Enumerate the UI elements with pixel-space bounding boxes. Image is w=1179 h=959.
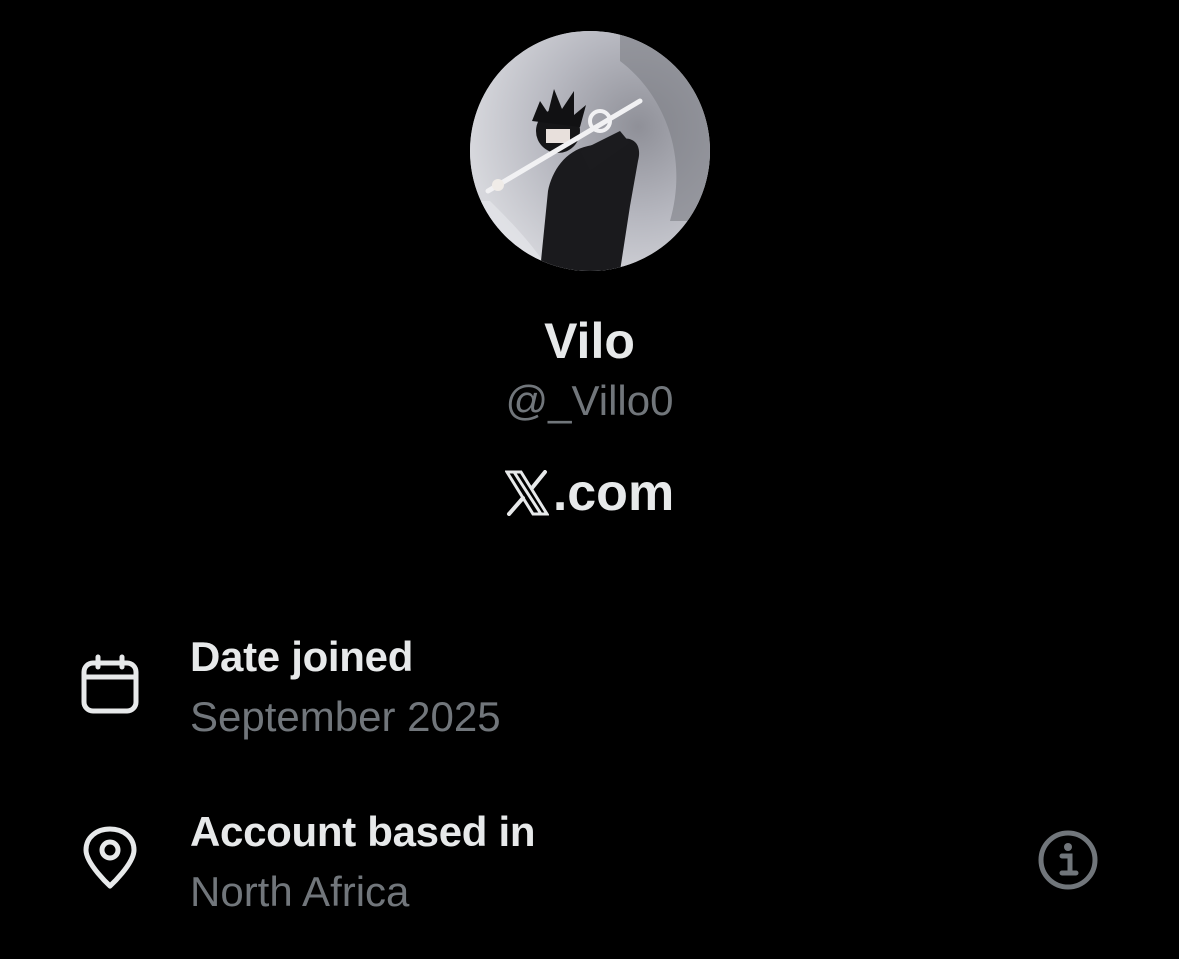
display-name: Vilo [544,313,635,369]
account-location-label: Account based in [190,808,536,855]
user-handle: @_Villo0 [505,377,674,424]
brand-domain-text: .com [552,464,675,522]
x-com-link[interactable]: .com [0,461,1179,525]
x-logo-icon [504,470,549,516]
date-joined-value: September 2025 [190,693,501,740]
avatar[interactable] [470,31,710,271]
calendar-icon [81,654,139,714]
date-joined-row: Date joined September 2025 [0,625,1179,755]
account-location-value: North Africa [190,868,410,915]
location-pin-icon [83,826,137,889]
date-joined-label: Date joined [190,633,414,680]
info-icon[interactable] [1036,828,1100,892]
avatar-image [470,31,710,271]
account-location-row: Account based in North Africa [0,800,1179,930]
